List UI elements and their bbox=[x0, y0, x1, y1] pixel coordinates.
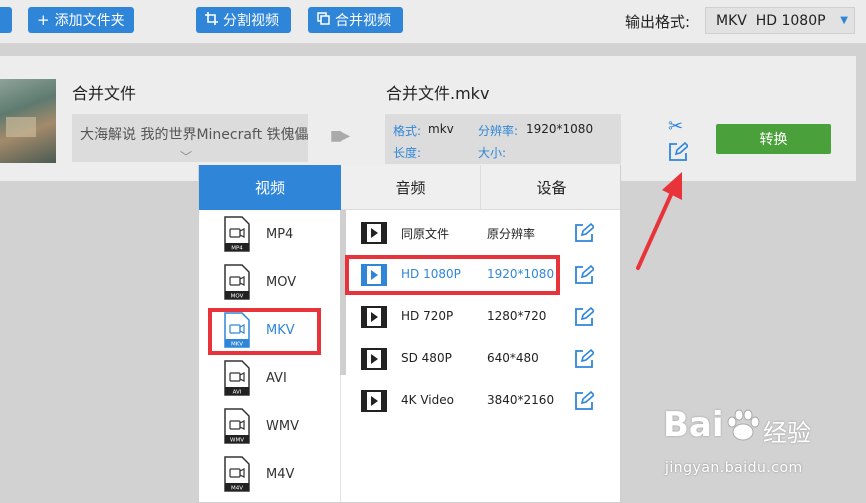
film-icon bbox=[361, 390, 387, 412]
baidu-watermark: Bai 经验 jingyan.baidu.com bbox=[663, 405, 863, 495]
format-list: MP4 MP4 MOV MOV MKV MKV AVI AVI WMV WMV … bbox=[199, 210, 341, 502]
merge-video-button[interactable]: 合并视频 bbox=[308, 7, 403, 33]
preset-resolution: 3840*2160 bbox=[487, 393, 555, 407]
preset-name: 同原文件 bbox=[401, 227, 450, 241]
format-item-avi[interactable]: AVI AVI bbox=[199, 354, 341, 402]
source-file-name: 合并文件 bbox=[72, 84, 137, 103]
crop-icon bbox=[205, 12, 218, 28]
edit-icon[interactable] bbox=[574, 307, 594, 327]
wmv-file-icon: WMV bbox=[224, 408, 250, 444]
tab-audio[interactable]: 音频 bbox=[341, 165, 481, 210]
avi-file-icon: AVI bbox=[224, 360, 250, 396]
preset-row[interactable]: SD 480P 640*480 bbox=[347, 338, 617, 380]
merge-icon bbox=[317, 12, 330, 28]
scissors-icon[interactable]: ✂ bbox=[668, 116, 683, 137]
split-video-button[interactable]: 分割视频 bbox=[196, 7, 291, 33]
convert-arrow-icon: ▮▮▶ bbox=[330, 128, 350, 144]
source-file-detail: 大海解说 我的世界Minecraft 铁傀儡 bbox=[80, 127, 308, 143]
duration-key: 长度: bbox=[393, 146, 422, 160]
merge-video-label: 合并视频 bbox=[335, 13, 391, 29]
expand-chevron-icon[interactable]: ﹀ bbox=[180, 148, 192, 165]
preset-row[interactable]: HD 720P 1280*720 bbox=[347, 296, 617, 338]
preset-resolution: 原分辨率 bbox=[487, 227, 536, 241]
film-icon bbox=[361, 348, 387, 370]
format-label: WMV bbox=[266, 418, 299, 434]
popup-tabs: 视频 音频 设备 bbox=[199, 165, 620, 210]
format-key: 格式: bbox=[393, 124, 422, 138]
output-format-select[interactable]: MKV HD 1080P ▼ bbox=[705, 7, 855, 34]
plus-icon: + bbox=[37, 10, 50, 29]
format-value: mkv bbox=[428, 122, 454, 136]
format-item-m4v[interactable]: M4V M4V bbox=[199, 450, 341, 498]
highlight-box-1080p bbox=[345, 255, 560, 295]
dropdown-caret-icon: ▼ bbox=[840, 15, 848, 26]
format-label: M4V bbox=[266, 466, 295, 482]
preset-row[interactable]: 同原文件 原分辨率 bbox=[347, 212, 617, 254]
format-label: MP4 bbox=[266, 226, 294, 242]
preset-row[interactable]: 4K Video 3840*2160 bbox=[347, 380, 617, 422]
convert-button[interactable]: 转换 bbox=[716, 124, 831, 154]
format-item-mov[interactable]: MOV MOV bbox=[199, 258, 341, 306]
highlight-box-mkv bbox=[208, 308, 321, 355]
m4v-file-icon: M4V bbox=[224, 456, 250, 492]
svg-text:MP4: MP4 bbox=[231, 246, 243, 252]
format-item-wmv[interactable]: WMV WMV bbox=[199, 402, 341, 450]
add-folder-label: 添加文件夹 bbox=[54, 13, 125, 29]
svg-text:WMV: WMV bbox=[230, 438, 244, 444]
preset-resolution: 1280*720 bbox=[487, 309, 547, 323]
svg-text:M4V: M4V bbox=[231, 486, 243, 492]
add-folder-button[interactable]: + 添加文件夹 bbox=[28, 7, 134, 33]
split-video-label: 分割视频 bbox=[223, 13, 279, 29]
preset-name: SD 480P bbox=[401, 351, 452, 365]
mov-file-icon: MOV bbox=[224, 264, 250, 300]
edit-settings-icon[interactable] bbox=[668, 142, 688, 162]
format-label: MOV bbox=[266, 274, 297, 290]
format-item-mp4[interactable]: MP4 MP4 bbox=[199, 210, 341, 258]
top-toolbar: + 添加文件夹 分割视频 合并视频 输出格式: MKV HD 1080P ▼ bbox=[0, 0, 866, 44]
toolbar-partial-button[interactable] bbox=[0, 7, 12, 33]
output-file-name: 合并文件.mkv bbox=[386, 84, 490, 103]
output-format-value: MKV HD 1080P bbox=[716, 12, 826, 29]
svg-text:AVI: AVI bbox=[233, 390, 242, 396]
preset-name: HD 720P bbox=[401, 309, 454, 323]
output-file-info: 格式: mkv 分辨率: 1920*1080 长度: 大小: bbox=[385, 114, 621, 164]
watermark-url: jingyan.baidu.com bbox=[665, 460, 803, 476]
file-row: 合并文件 大海解说 我的世界Minecraft 铁傀儡 ﹀ ▮▮▶ 合并文件.m… bbox=[0, 56, 856, 181]
resolution-key: 分辨率: bbox=[478, 124, 519, 138]
watermark-logo: Bai bbox=[663, 405, 724, 445]
format-label: AVI bbox=[266, 370, 287, 386]
mp4-file-icon: MP4 bbox=[224, 216, 250, 252]
edit-icon[interactable] bbox=[574, 223, 594, 243]
preset-resolution: 640*480 bbox=[487, 351, 539, 365]
video-thumbnail bbox=[0, 79, 56, 163]
preset-list: 同原文件 原分辨率 HD 1080P 1920*1080 HD 720P 128… bbox=[347, 210, 617, 502]
tab-video[interactable]: 视频 bbox=[199, 165, 341, 210]
output-format-label: 输出格式: bbox=[625, 13, 691, 31]
resolution-value: 1920*1080 bbox=[526, 122, 594, 136]
size-key: 大小: bbox=[478, 146, 507, 160]
svg-text:MOV: MOV bbox=[231, 294, 244, 300]
annotation-arrow bbox=[636, 172, 682, 270]
film-icon bbox=[361, 222, 387, 244]
watermark-suffix: 经验 bbox=[763, 419, 811, 447]
preset-name: 4K Video bbox=[401, 393, 454, 407]
edit-icon[interactable] bbox=[574, 349, 594, 369]
film-icon bbox=[361, 306, 387, 328]
edit-icon[interactable] bbox=[574, 265, 594, 285]
tab-device[interactable]: 设备 bbox=[481, 165, 620, 210]
paw-icon bbox=[727, 409, 760, 441]
edit-icon[interactable] bbox=[574, 391, 594, 411]
